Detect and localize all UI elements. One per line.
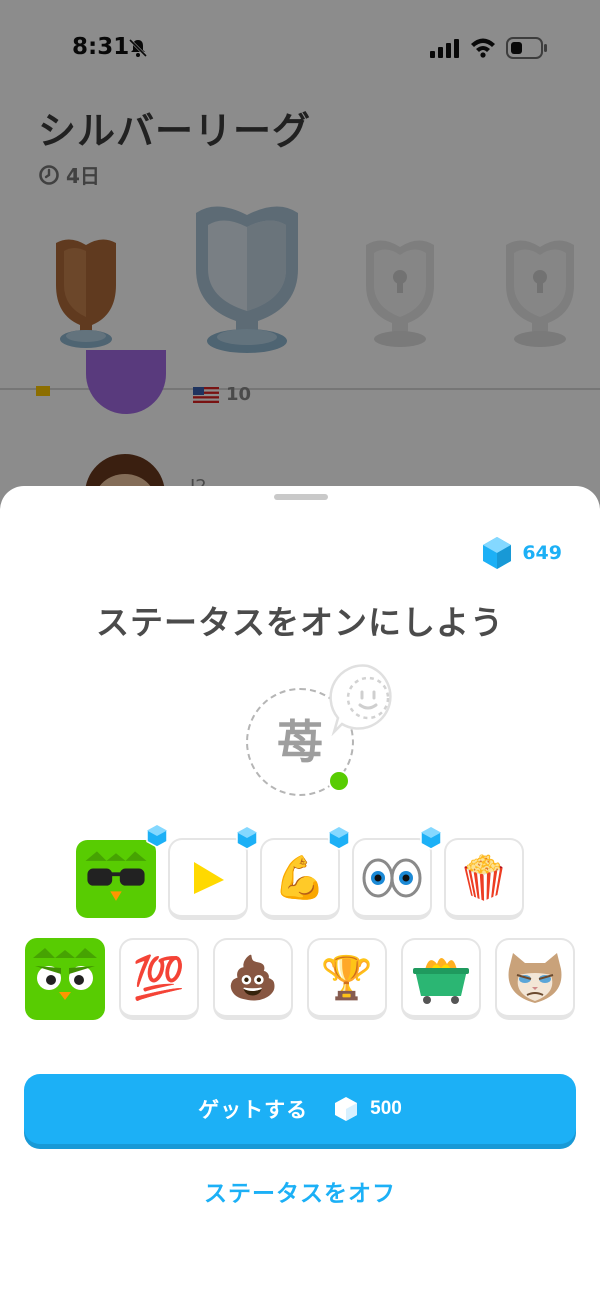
emoji-option-angry-owl[interactable] xyxy=(25,938,105,1020)
emoji-option-hundred[interactable]: 💯 xyxy=(119,938,199,1020)
gem-icon xyxy=(335,1097,358,1121)
status-bottom-sheet: 649 ステータスをオンにしよう 苺 💪 🍿 💯 💩 🏆 ゲットする 500 ス… xyxy=(0,486,600,1304)
emoji-row-2: 💯 💩 🏆 xyxy=(0,938,600,1020)
emoji-option-popcorn[interactable]: 🍿 xyxy=(444,838,524,920)
dumpster-fire-icon xyxy=(413,957,469,1004)
gem-balance: 649 xyxy=(482,536,562,570)
sunglasses-owl-icon xyxy=(76,839,156,919)
get-status-button[interactable]: ゲットする 500 xyxy=(24,1074,576,1144)
emoji-option-bicep[interactable]: 💪 xyxy=(260,826,350,920)
eyes-icon xyxy=(362,858,422,897)
emoji-option-poop[interactable]: 💩 xyxy=(213,938,293,1020)
status-bubble-icon xyxy=(329,664,392,736)
premium-gem-badge-icon xyxy=(236,826,258,850)
poop-icon: 💩 xyxy=(226,952,280,1002)
grumpy-cat-icon xyxy=(508,952,562,1003)
emoji-option-grumpy-cat[interactable] xyxy=(495,938,575,1020)
hundred-points-icon: 💯 xyxy=(132,952,186,1002)
gem-count: 649 xyxy=(522,542,562,564)
gem-icon xyxy=(483,537,512,569)
play-triangle-icon xyxy=(194,861,224,894)
flexed-bicep-icon: 💪 xyxy=(273,852,327,902)
emoji-option-trophy[interactable]: 🏆 xyxy=(307,938,387,1020)
online-dot xyxy=(328,770,350,792)
trophy-icon: 🏆 xyxy=(320,952,374,1002)
emoji-option-dumpster-fire[interactable] xyxy=(401,938,481,1020)
emoji-option-eyes[interactable] xyxy=(352,826,442,920)
angry-owl-icon xyxy=(25,938,105,1020)
premium-gem-badge-icon xyxy=(328,826,350,850)
get-button-price: 500 xyxy=(370,1098,402,1119)
emoji-option-sunglasses-owl[interactable] xyxy=(76,824,168,920)
sheet-title: ステータスをオンにしよう xyxy=(96,603,504,642)
premium-gem-badge-icon xyxy=(146,824,168,848)
popcorn-icon: 🍿 xyxy=(457,852,511,902)
sheet-grabber[interactable] xyxy=(274,494,328,500)
premium-gem-badge-icon xyxy=(420,826,442,850)
emoji-row-1: 💪 🍿 xyxy=(0,824,600,920)
emoji-option-play[interactable] xyxy=(168,826,258,920)
status-off-link[interactable]: ステータスをオフ xyxy=(0,1174,600,1208)
status-preview: 苺 xyxy=(244,662,404,802)
get-button-label: ゲットする xyxy=(198,1099,309,1122)
